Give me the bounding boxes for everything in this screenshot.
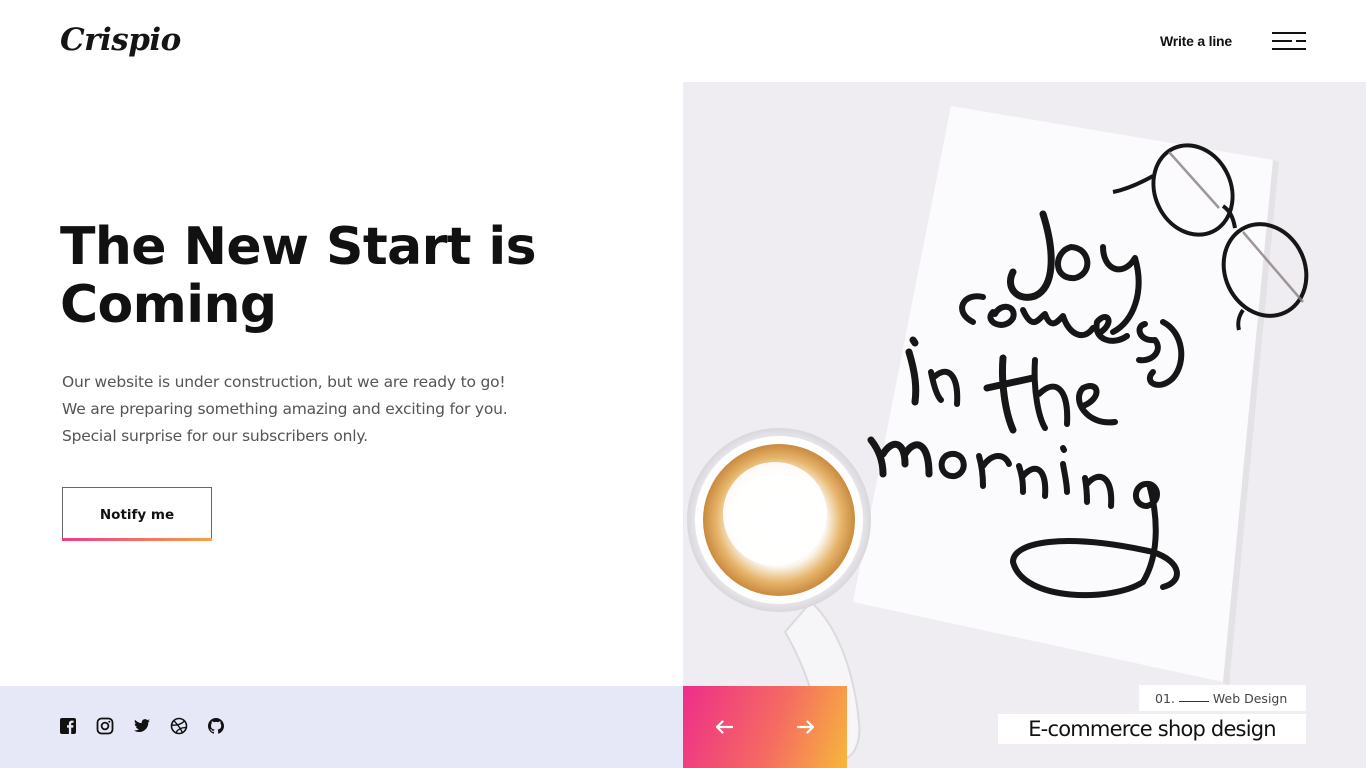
slider-prev-button[interactable] xyxy=(683,686,765,768)
hero-photo xyxy=(683,82,1366,768)
arrow-left-icon xyxy=(715,720,733,734)
slide-category-tag: 01. Web Design xyxy=(1139,685,1306,711)
slide-tag-dash xyxy=(1178,700,1209,702)
github-icon[interactable] xyxy=(207,717,225,735)
facebook-icon[interactable] xyxy=(59,717,77,735)
hero-line-1: Our website is under construction, but w… xyxy=(62,373,506,391)
arrow-right-icon xyxy=(797,720,815,734)
write-a-line-link[interactable]: Write a line xyxy=(1160,33,1232,49)
slide-category: Web Design xyxy=(1212,690,1288,706)
hero-line-2: We are preparing something amazing and e… xyxy=(62,400,508,418)
hero-line-3: Special surprise for our subscribers onl… xyxy=(62,427,368,445)
slider-nav xyxy=(683,686,847,768)
dribbble-icon[interactable] xyxy=(170,717,188,735)
header-actions: Write a line xyxy=(1160,26,1306,56)
brand-logo[interactable]: Crispio xyxy=(60,20,181,60)
slider-next-button[interactable] xyxy=(765,686,847,768)
hamburger-menu-icon[interactable] xyxy=(1272,30,1306,52)
slide-title[interactable]: E-commerce shop design xyxy=(998,714,1306,744)
hero-description: Our website is under construction, but w… xyxy=(62,369,622,450)
social-links xyxy=(59,717,225,735)
hero-title: The New Start is Coming xyxy=(60,217,537,335)
twitter-icon[interactable] xyxy=(133,717,151,735)
notify-me-button[interactable]: Notify me xyxy=(62,487,212,541)
slide-number: 01. xyxy=(1155,690,1175,706)
instagram-icon[interactable] xyxy=(96,717,114,735)
